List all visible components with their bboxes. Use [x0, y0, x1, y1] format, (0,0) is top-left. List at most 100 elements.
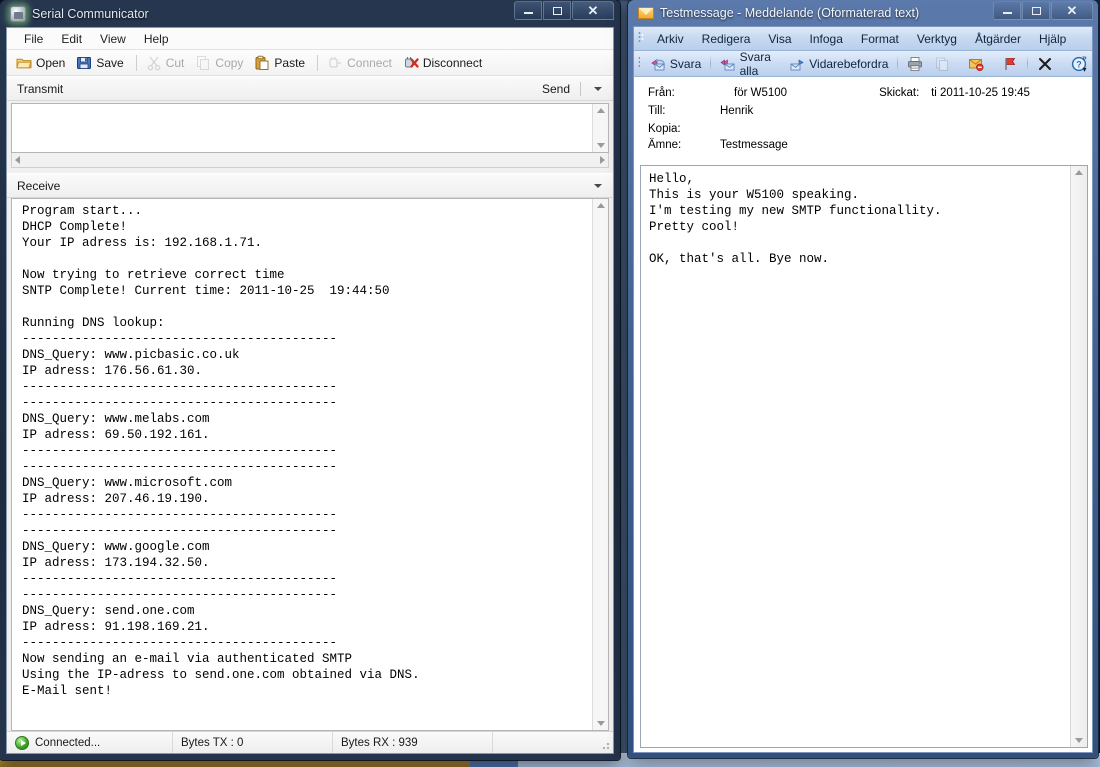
receive-vertical-scrollbar[interactable] — [592, 199, 608, 730]
transmit-panel — [7, 101, 613, 168]
receive-section-header: Receive — [7, 173, 613, 198]
sent-value: ti 2011-10-25 19:45 — [931, 87, 1030, 99]
from-value[interactable]: för W5100 — [720, 87, 787, 99]
cc-row: Kopia: — [648, 123, 1082, 139]
menu-item-file[interactable]: File — [15, 30, 52, 48]
menu-item-format[interactable]: Format — [852, 29, 908, 49]
mail-body-panel[interactable]: Hello, This is your W5100 speaking. I'm … — [640, 165, 1088, 748]
envelope-icon — [638, 7, 654, 19]
to-row: Till: Henrik — [648, 105, 1082, 123]
serial-window-title: Serial Communicator — [32, 7, 149, 21]
scroll-up-icon[interactable] — [597, 203, 605, 208]
scroll-up-icon[interactable] — [597, 108, 605, 113]
serial-communicator-window[interactable]: Serial Communicator ✕ File Edit View Hel… — [0, 0, 620, 760]
transmit-input-box[interactable] — [11, 103, 609, 153]
send-button[interactable]: Send — [538, 81, 574, 97]
menu-item-infoga[interactable]: Infoga — [801, 29, 852, 49]
connect-button-label: Connect — [347, 56, 392, 70]
print-button[interactable] — [902, 54, 928, 74]
scroll-up-icon[interactable] — [1075, 170, 1083, 175]
receive-panel[interactable]: Program start... DHCP Complete! Your IP … — [11, 198, 609, 731]
mail-header-fields: Från: för W5100 Skickat: ti 2011-10-25 1… — [634, 77, 1092, 163]
save-button-label: Save — [96, 56, 123, 70]
save-button[interactable]: Save — [73, 53, 129, 73]
mail-block-icon — [968, 56, 984, 72]
toolbar-grip-icon[interactable] — [638, 31, 644, 47]
minimize-button[interactable] — [514, 1, 542, 20]
open-button[interactable]: Open — [13, 53, 71, 73]
scroll-down-icon[interactable] — [597, 721, 605, 726]
from-label: Från: — [648, 87, 720, 99]
maximize-button[interactable] — [1022, 1, 1050, 20]
mail-menubar[interactable]: Arkiv Redigera Visa Infoga Format Verkty… — [634, 27, 1092, 51]
paste-button[interactable]: Paste — [251, 53, 311, 73]
delete-x-icon — [1037, 56, 1053, 72]
reply-button-label: Svara — [670, 57, 701, 71]
scroll-down-icon[interactable] — [1075, 738, 1083, 743]
menu-item-edit[interactable]: Edit — [52, 30, 91, 48]
receive-label: Receive — [17, 179, 60, 193]
copy-button[interactable] — [929, 54, 955, 74]
serial-statusbar: Connected... Bytes TX : 0 Bytes RX : 939 — [7, 731, 613, 753]
scroll-right-icon[interactable] — [600, 156, 605, 164]
transmit-input[interactable] — [12, 104, 592, 152]
serial-menubar[interactable]: File Edit View Help — [7, 28, 613, 50]
transmit-chevron-down-icon[interactable] — [594, 87, 602, 91]
menu-item-atgarder[interactable]: Åtgärder — [966, 29, 1030, 49]
scroll-left-icon[interactable] — [15, 156, 20, 164]
sent-label: Skickat: — [879, 87, 931, 99]
reply-all-button[interactable]: Svara alla — [715, 48, 776, 80]
menu-item-help[interactable]: Help — [135, 30, 178, 48]
close-button[interactable]: ✕ — [1051, 1, 1093, 20]
flag-button[interactable] — [997, 54, 1023, 74]
menu-item-visa[interactable]: Visa — [759, 29, 800, 49]
mail-block-button[interactable] — [963, 54, 989, 74]
connect-button[interactable]: Connect — [324, 53, 398, 73]
transmit-section-header: Transmit Send — [7, 76, 613, 101]
copy-icon — [934, 56, 950, 72]
toolbar-overflow-button[interactable]: » ▾ — [1078, 52, 1091, 75]
menu-item-view[interactable]: View — [91, 30, 135, 48]
serial-window-controls[interactable]: ✕ — [513, 1, 614, 20]
resize-grip-icon[interactable] — [600, 740, 610, 750]
disconnect-button[interactable]: Disconnect — [400, 53, 488, 73]
chevron-down-icon: ▾ — [1082, 66, 1086, 73]
forward-button[interactable]: Vidarebefordra — [784, 54, 893, 74]
menu-item-hjalp[interactable]: Hjälp — [1030, 29, 1075, 49]
from-row: Från: för W5100 Skickat: ti 2011-10-25 1… — [648, 87, 1082, 105]
outlook-message-window[interactable]: Testmessage - Meddelande (Oformaterad te… — [628, 0, 1098, 758]
copy-button-label: Copy — [215, 56, 243, 70]
transmit-horizontal-scrollbar[interactable] — [11, 153, 609, 168]
toolbar-grip-icon[interactable] — [638, 56, 640, 72]
scroll-down-icon[interactable] — [597, 143, 605, 148]
close-button[interactable]: ✕ — [572, 1, 614, 20]
serial-toolbar[interactable]: Open Save Cut Copy — [7, 50, 613, 76]
receive-chevron-down-icon[interactable] — [594, 184, 602, 188]
subject-value: Testmessage — [720, 139, 788, 151]
cut-button[interactable]: Cut — [143, 53, 191, 73]
toolbar-separator — [136, 55, 137, 71]
delete-button[interactable] — [1032, 54, 1058, 74]
to-value[interactable]: Henrik — [720, 105, 753, 117]
menu-item-redigera[interactable]: Redigera — [693, 29, 760, 49]
reply-button[interactable]: Svara — [645, 54, 706, 74]
maximize-button[interactable] — [543, 1, 571, 20]
connection-status-text: Connected... — [35, 737, 100, 749]
copy-button[interactable]: Copy — [192, 53, 249, 73]
serial-titlebar[interactable]: Serial Communicator ✕ — [6, 0, 614, 27]
copy-icon — [195, 55, 211, 71]
forward-icon — [789, 56, 805, 72]
transmit-vertical-scrollbar[interactable] — [592, 104, 608, 152]
menu-item-verktyg[interactable]: Verktyg — [908, 29, 966, 49]
mail-toolbar[interactable]: Svara Svara alla Vidarebefordra — [634, 51, 1092, 77]
mail-vertical-scrollbar[interactable] — [1070, 166, 1087, 747]
open-button-label: Open — [36, 56, 65, 70]
status-spacer — [493, 732, 613, 753]
subject-label: Ämne: — [648, 139, 720, 151]
divider — [580, 82, 581, 96]
minimize-button[interactable] — [993, 1, 1021, 20]
menu-item-arkiv[interactable]: Arkiv — [648, 29, 693, 49]
transmit-label: Transmit — [17, 82, 63, 96]
mail-titlebar[interactable]: Testmessage - Meddelande (Oformaterad te… — [633, 0, 1093, 26]
mail-window-controls[interactable]: ✕ — [992, 1, 1093, 20]
